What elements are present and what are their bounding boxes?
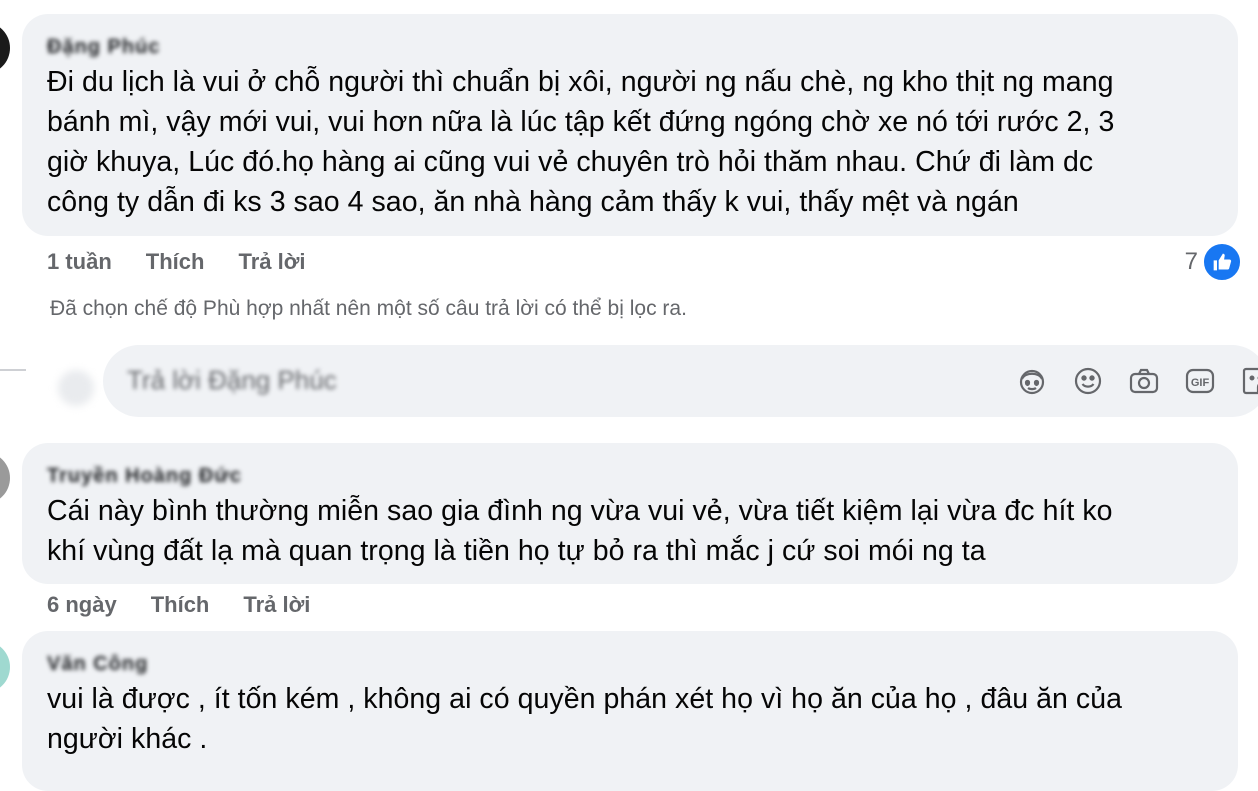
svg-text:GIF: GIF [1191,377,1210,389]
sticker-icon[interactable] [1240,365,1258,397]
comment-bubble: Truyền Hoàng Đức Cái này bình thường miễ… [22,443,1238,584]
avatar[interactable] [0,641,10,693]
thread-connector [0,369,26,371]
comment-text: Cái này bình thường miễn sao gia đình ng… [47,491,1212,571]
comment-text-line: Đi du lịch là vui ở chỗ người thì chuẩn … [47,66,1114,98]
avatar[interactable] [0,22,10,74]
comment-bubble: Văn Công vui là được , ít tốn kém , khôn… [22,631,1238,791]
comment-timestamp[interactable]: 6 ngày [47,592,117,618]
comment-text: Đi du lịch là vui ở chỗ người thì chuẩn … [47,62,1212,222]
comment-text-line: người khác . [47,723,208,755]
comment-text-line: vui là được , ít tốn kém , không ai có q… [47,683,1123,715]
filter-note: Đã chọn chế độ Phù hợp nhất nên một số c… [50,297,687,320]
reply-button[interactable]: Trả lời [243,592,310,618]
emoji-icon[interactable] [1072,365,1104,397]
comment-author[interactable]: Văn Công [47,651,148,677]
avatar-sticker-icon[interactable] [1016,365,1048,397]
gif-icon[interactable]: GIF [1184,365,1216,397]
comment-text-line: Cái này bình thường miễn sao gia đình ng… [47,495,1113,527]
camera-icon[interactable] [1128,365,1160,397]
comment-text-line: giờ khuya, Lúc đó.họ hàng ai cũng vui vẻ… [47,146,1094,178]
comment-author[interactable]: Đặng Phúc [47,34,160,60]
comment-text-line: bánh mì, vậy mới vui, vui hơn nữa là lúc… [47,106,1115,138]
reply-button[interactable]: Trả lời [238,249,305,275]
like-button[interactable]: Thích [146,249,205,275]
avatar [58,370,94,406]
comment-bubble: Đặng Phúc Đi du lịch là vui ở chỗ người … [22,14,1238,236]
like-icon [1202,242,1242,282]
comment-text: vui là được , ít tốn kém , không ai có q… [47,679,1212,759]
comment-text-line: khí vùng đất lạ mà quan trọng là tiền họ… [47,535,986,567]
comment-author[interactable]: Truyền Hoàng Đức [47,463,242,489]
reply-toolbar: GIF [1016,365,1258,397]
reply-placeholder: Trả lời Đặng Phúc [127,365,337,395]
reaction-summary[interactable]: 7 [1185,242,1242,282]
comment-actions: 1 tuần Thích Trả lời [47,249,339,275]
comment-actions: 6 ngày Thích Trả lời [47,592,344,618]
like-button[interactable]: Thích [151,592,210,618]
comment-text-line: công ty dẫn đi ks 3 sao 4 sao, ăn nhà hà… [47,186,1019,218]
comment-timestamp[interactable]: 1 tuần [47,249,112,275]
avatar[interactable] [0,452,10,504]
reaction-count: 7 [1184,248,1198,275]
reply-input[interactable]: Trả lời Đặng Phúc GIF [103,345,1258,417]
